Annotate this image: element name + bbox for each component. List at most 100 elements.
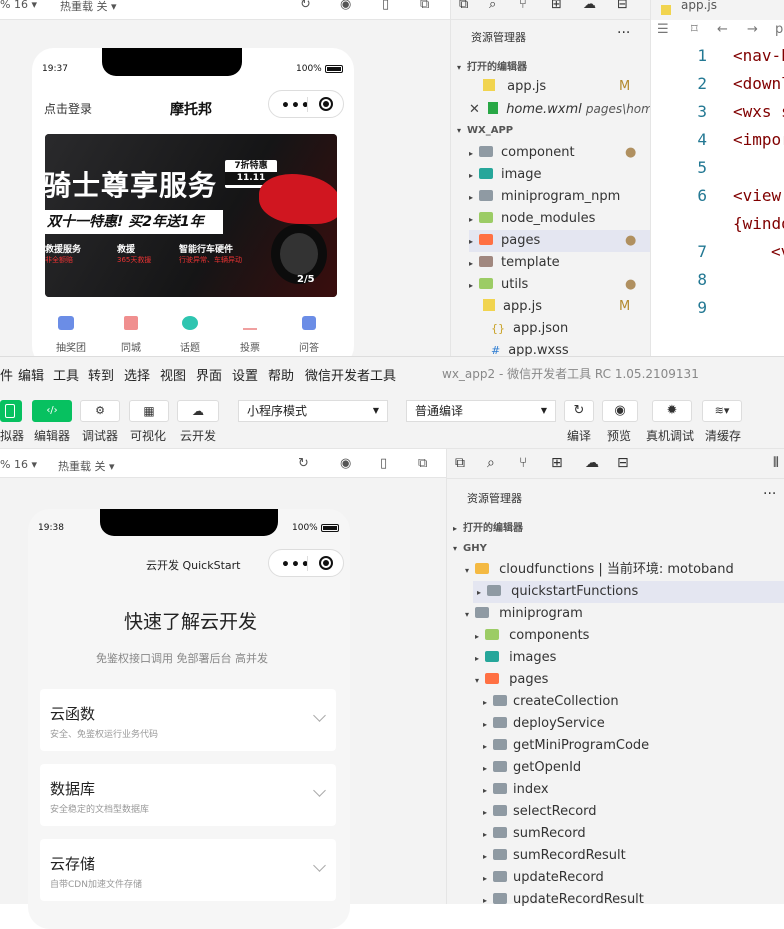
- tree-item[interactable]: ▸ pages ●: [469, 230, 651, 252]
- list-icon[interactable]: ☰: [657, 22, 669, 37]
- simulator-button[interactable]: [0, 400, 22, 422]
- editor-button[interactable]: ‹/›: [32, 400, 72, 422]
- capsule-menu[interactable]: •••: [268, 90, 344, 118]
- cloudfunctions-folder[interactable]: ▾ cloudfunctions | 当前环境: motoband: [465, 559, 784, 581]
- nav-lottery[interactable]: 抽奖团: [56, 339, 86, 354]
- tree-item[interactable]: ▸ image: [469, 164, 651, 186]
- card-database[interactable]: 数据库 安全稳定的文档型数据库: [40, 764, 336, 826]
- search-icon[interactable]: ⌕: [489, 0, 496, 12]
- quickstart-functions-folder[interactable]: ▸ quickstartFunctions: [473, 581, 784, 603]
- files-icon[interactable]: ⧉: [459, 0, 468, 12]
- qa-icon[interactable]: [302, 316, 316, 330]
- menu-item[interactable]: 工具: [53, 365, 79, 384]
- menu-item[interactable]: 编辑: [18, 365, 44, 384]
- open-editors-header[interactable]: ▸ 打开的编辑器: [453, 519, 523, 534]
- page-folder[interactable]: ▸ updateRecordResult: [483, 889, 784, 911]
- stop-icon[interactable]: ◉: [340, 0, 351, 12]
- remote-debug-button[interactable]: ✹: [652, 400, 692, 422]
- window-icon[interactable]: ⧉: [420, 0, 429, 12]
- capsule-menu[interactable]: •••: [268, 549, 344, 577]
- pages-folder[interactable]: ▾ pages: [475, 669, 784, 691]
- tree-item[interactable]: ▸ node_modules: [469, 208, 651, 230]
- nav-city[interactable]: 同城: [121, 339, 141, 354]
- forward-arrow-icon[interactable]: →: [747, 22, 758, 37]
- nav-qa[interactable]: 问答: [299, 339, 319, 354]
- files-icon[interactable]: ⧉: [455, 455, 465, 471]
- card-cloud-function[interactable]: 云函数 安全、免鉴权运行业务代码: [40, 689, 336, 751]
- page-folder[interactable]: ▸ sumRecord: [483, 823, 784, 845]
- page-folder[interactable]: ▸ updateRecord: [483, 867, 784, 889]
- editor-tab[interactable]: app.js: [681, 0, 717, 12]
- tree-item[interactable]: app.js M: [469, 296, 651, 318]
- page-folder[interactable]: ▸ createCollection: [483, 691, 784, 713]
- page-folder[interactable]: ▸ selectRecord: [483, 801, 784, 823]
- page-folder[interactable]: ▸ getMiniProgramCode: [483, 735, 784, 757]
- refresh-icon[interactable]: ↻: [298, 456, 309, 471]
- zoom-select[interactable]: % 16 ▾: [0, 0, 37, 11]
- git-icon[interactable]: ⑂: [519, 455, 527, 471]
- menu-item[interactable]: 视图: [160, 365, 186, 384]
- menu-item[interactable]: 微信开发者工具: [305, 365, 396, 384]
- zoom-select[interactable]: % 16 ▾: [0, 458, 37, 471]
- panel-icon[interactable]: ⊟: [617, 455, 629, 471]
- nav-vote[interactable]: 投票: [240, 339, 260, 354]
- menu-item[interactable]: 选择: [124, 365, 150, 384]
- page-folder[interactable]: ▸ getOpenId: [483, 757, 784, 779]
- explorer-more-icon[interactable]: ···: [763, 486, 776, 502]
- miniprogram-folder[interactable]: ▾ miniprogram: [465, 603, 784, 625]
- search-icon[interactable]: ⌕: [487, 455, 495, 471]
- tree-item[interactable]: ▸ template: [469, 252, 651, 274]
- split-icon[interactable]: ⫴: [773, 455, 779, 471]
- login-link[interactable]: 点击登录: [44, 100, 92, 117]
- phone-icon[interactable]: ▯: [382, 0, 389, 12]
- close-circle-icon[interactable]: [319, 97, 333, 111]
- docker-icon[interactable]: ☁: [583, 0, 596, 12]
- open-file-homewxml[interactable]: ✕ home.wxml pages\home: [469, 98, 660, 120]
- clear-cache-button[interactable]: ≋▾: [702, 400, 742, 422]
- extensions-icon[interactable]: ⊞: [551, 455, 563, 471]
- git-icon[interactable]: ⑂: [519, 0, 527, 12]
- card-storage[interactable]: 云存储 自带CDN加速文件存储: [40, 839, 336, 901]
- bookmark-icon[interactable]: ⌑: [691, 22, 698, 37]
- back-arrow-icon[interactable]: ←: [717, 22, 728, 37]
- close-circle-icon[interactable]: [319, 556, 333, 570]
- menu-item[interactable]: 转到: [88, 365, 114, 384]
- vote-icon[interactable]: [243, 316, 257, 330]
- window-icon[interactable]: ⧉: [418, 456, 427, 471]
- stop-icon[interactable]: ◉: [340, 456, 351, 471]
- city-icon[interactable]: [124, 316, 138, 330]
- editor-breadcrumb[interactable]: p: [775, 22, 783, 37]
- compile-select[interactable]: 普通编译 ▼: [406, 400, 556, 422]
- page-folder[interactable]: ▸ deployService: [483, 713, 784, 735]
- topic-icon[interactable]: [182, 316, 198, 330]
- menu-item[interactable]: 界面: [196, 365, 222, 384]
- page-folder[interactable]: ▸ index: [483, 779, 784, 801]
- extensions-icon[interactable]: ⊞: [551, 0, 562, 12]
- tree-item[interactable]: ▸ utils ●: [469, 274, 651, 296]
- components-folder[interactable]: ▸ components: [475, 625, 784, 647]
- images-folder[interactable]: ▸ images: [475, 647, 784, 669]
- debugger-button[interactable]: ⚙: [80, 400, 120, 422]
- menu-item[interactable]: 设置: [232, 365, 258, 384]
- explorer-more-icon[interactable]: ···: [617, 25, 630, 41]
- preview-button[interactable]: ◉: [602, 400, 638, 422]
- cloud-button[interactable]: ☁: [177, 400, 219, 422]
- project-header[interactable]: ▾ GHY: [453, 543, 487, 554]
- hotreload-toggle[interactable]: 热重载 关 ▾: [58, 458, 115, 474]
- promo-banner[interactable]: 骑士尊享服务 7折特惠 11.11 双十一特惠! 买2年送1年 救援服务 非全额…: [45, 134, 337, 297]
- mode-select[interactable]: 小程序模式 ▼: [238, 400, 388, 422]
- compile-button[interactable]: ↻: [564, 400, 594, 422]
- tree-item[interactable]: {} app.json: [469, 318, 651, 340]
- menu-item[interactable]: 帮助: [268, 365, 294, 384]
- tree-item[interactable]: ▸ component ●: [469, 142, 651, 164]
- visual-button[interactable]: ▦: [129, 400, 169, 422]
- close-icon[interactable]: ✕: [469, 102, 480, 117]
- page-folder[interactable]: ▸ sumRecordResult: [483, 845, 784, 867]
- tree-item[interactable]: ▸ miniprogram_npm: [469, 186, 651, 208]
- menu-item[interactable]: 件: [0, 365, 13, 384]
- project-header[interactable]: ▾ WX_APP: [457, 125, 513, 136]
- open-file-appjs[interactable]: app.js M: [483, 76, 651, 98]
- code-editor[interactable]: app.js ☰ ⌑ ← → p 1 2 3 4 5 6 7 8 9 <nav-b <downl <w…: [650, 0, 784, 356]
- open-editors-header[interactable]: ▾ 打开的编辑器: [457, 58, 527, 73]
- lottery-icon[interactable]: [58, 316, 74, 330]
